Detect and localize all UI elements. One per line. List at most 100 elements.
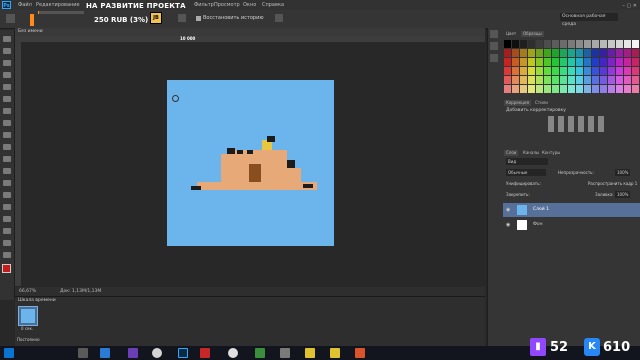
color-swatch[interactable] <box>544 76 551 84</box>
path-select-icon[interactable] <box>3 228 11 234</box>
color-swatch[interactable] <box>512 58 519 66</box>
color-swatch[interactable] <box>512 67 519 75</box>
color-swatch[interactable] <box>584 76 591 84</box>
menu-edit[interactable]: Редактирование <box>36 0 80 10</box>
swatch-grid[interactable] <box>504 40 640 96</box>
color-swatch[interactable] <box>624 49 631 57</box>
tab-styles[interactable]: Стили <box>533 100 550 106</box>
color-swatch[interactable] <box>624 67 631 75</box>
brush-tool-icon[interactable] <box>3 120 11 126</box>
color-swatch[interactable] <box>600 76 607 84</box>
color-swatch[interactable] <box>608 49 615 57</box>
crop-tool-icon[interactable] <box>3 84 11 90</box>
color-swatch[interactable] <box>520 67 527 75</box>
color-swatch[interactable] <box>528 85 535 93</box>
color-swatch[interactable] <box>552 40 559 48</box>
brush-preset-icon[interactable] <box>30 14 34 26</box>
taskbar-app-icon[interactable] <box>330 348 340 358</box>
color-swatch[interactable] <box>520 40 527 48</box>
move-tool-icon[interactable] <box>3 36 11 42</box>
restore-checkbox[interactable] <box>196 16 201 21</box>
color-swatch[interactable] <box>608 76 615 84</box>
layer-name[interactable]: Фон <box>533 218 543 232</box>
taskbar-app-icon[interactable] <box>78 348 88 358</box>
menu-window[interactable]: Окно <box>243 0 256 10</box>
menu-file[interactable]: Файл <box>18 0 32 10</box>
color-swatch[interactable] <box>560 67 567 75</box>
fill-field[interactable]: 100% <box>615 191 631 198</box>
color-swatch[interactable] <box>536 76 543 84</box>
color-swatch[interactable] <box>544 58 551 66</box>
brush-panel-icon[interactable] <box>490 54 498 62</box>
taskbar-app-icon[interactable] <box>228 348 238 358</box>
color-swatch[interactable] <box>520 76 527 84</box>
color-swatch[interactable] <box>608 85 615 93</box>
menu-filter[interactable]: Фильтр <box>194 0 214 10</box>
color-swatch[interactable] <box>528 49 535 57</box>
color-swatch[interactable] <box>592 85 599 93</box>
color-swatch[interactable] <box>552 67 559 75</box>
pressure-icon[interactable] <box>275 14 283 22</box>
marquee-tool-icon[interactable] <box>3 48 11 54</box>
color-swatch[interactable] <box>616 67 623 75</box>
opacity-field[interactable]: 100% <box>615 169 631 176</box>
color-swatch[interactable] <box>504 40 511 48</box>
document-canvas[interactable] <box>167 80 334 246</box>
color-swatch[interactable] <box>552 76 559 84</box>
color-swatch[interactable] <box>624 40 631 48</box>
color-swatch[interactable] <box>568 85 575 93</box>
visibility-eye-icon[interactable]: ◉ <box>506 203 510 217</box>
adjustment-icons[interactable] <box>548 116 608 132</box>
photoshop-taskbar-icon[interactable] <box>178 348 188 358</box>
color-swatch[interactable] <box>504 76 511 84</box>
color-swatch[interactable] <box>616 40 623 48</box>
layer-row-background[interactable]: ◉ Фон <box>503 218 640 232</box>
color-swatch[interactable] <box>544 67 551 75</box>
color-swatch[interactable] <box>584 40 591 48</box>
color-swatch[interactable] <box>624 76 631 84</box>
color-swatch[interactable] <box>560 85 567 93</box>
shape-tool-icon[interactable] <box>3 240 11 246</box>
taskbar-app-icon[interactable] <box>355 348 365 358</box>
stamp-tool-icon[interactable] <box>3 132 11 138</box>
color-swatch[interactable] <box>536 85 543 93</box>
loop-select[interactable]: Постоянно <box>17 337 40 342</box>
color-swatch[interactable] <box>560 76 567 84</box>
type-tool-icon[interactable] <box>3 216 11 222</box>
visual-studio-icon[interactable] <box>128 348 138 358</box>
pen-tool-icon[interactable] <box>3 204 11 210</box>
eyedropper-icon[interactable] <box>3 96 11 102</box>
color-swatch[interactable] <box>632 49 639 57</box>
color-swatch[interactable] <box>568 67 575 75</box>
color-swatch[interactable] <box>544 85 551 93</box>
healing-tool-icon[interactable] <box>3 108 11 114</box>
blur-tool-icon[interactable] <box>3 180 11 186</box>
tab-adjustments[interactable]: Коррекция <box>504 100 531 106</box>
color-swatch[interactable] <box>576 49 583 57</box>
color-swatch[interactable] <box>600 67 607 75</box>
color-swatch[interactable] <box>512 49 519 57</box>
color-swatch[interactable] <box>528 76 535 84</box>
color-swatch[interactable] <box>584 49 591 57</box>
color-swatch[interactable] <box>600 49 607 57</box>
color-swatch[interactable] <box>528 67 535 75</box>
color-swatch[interactable] <box>608 67 615 75</box>
propagate-frame-checkbox[interactable]: Распространить кадр 1 <box>588 181 637 186</box>
dodge-tool-icon[interactable] <box>3 192 11 198</box>
visibility-eye-icon[interactable]: ◉ <box>506 218 510 232</box>
taskbar-app-icon[interactable] <box>100 348 110 358</box>
color-swatch[interactable] <box>512 76 519 84</box>
color-swatch[interactable] <box>504 49 511 57</box>
layer-kind-filter[interactable]: Вид <box>506 158 548 165</box>
color-swatch[interactable] <box>624 85 631 93</box>
tab-channels[interactable]: Каналы <box>521 150 541 156</box>
color-swatch[interactable] <box>520 85 527 93</box>
color-swatch[interactable] <box>632 40 639 48</box>
color-swatch[interactable] <box>616 85 623 93</box>
color-swatch[interactable] <box>632 76 639 84</box>
color-swatch[interactable] <box>632 85 639 93</box>
blend-mode-select[interactable]: Обычные <box>506 169 546 176</box>
taskbar-app-icon[interactable] <box>305 348 315 358</box>
color-swatch[interactable] <box>600 40 607 48</box>
color-swatch[interactable] <box>600 85 607 93</box>
